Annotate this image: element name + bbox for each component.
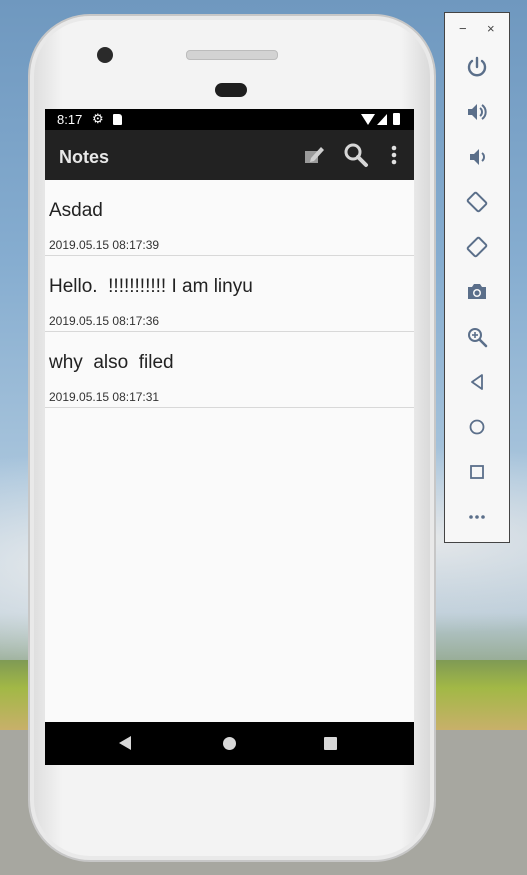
close-button[interactable]: ×	[487, 21, 495, 36]
rotate-left-icon[interactable]	[465, 190, 489, 214]
nav-recents-icon[interactable]	[324, 737, 337, 750]
zoom-icon[interactable]	[465, 325, 489, 349]
wifi-icon	[361, 114, 375, 125]
overview-icon[interactable]	[465, 460, 489, 484]
note-date: 2019.05.15 08:17:31	[49, 390, 160, 404]
status-time: 8:17	[57, 112, 83, 127]
note-title: Hello. !!!!!!!!!!! I am linyu	[49, 276, 253, 297]
phone-screen: 8:17 ⚙ Notes Asdad 2019.05.15 08:17:39 H…	[45, 109, 414, 765]
battery-icon	[393, 113, 400, 125]
minimize-button[interactable]: −	[459, 21, 467, 36]
navigation-bar	[45, 722, 414, 765]
note-list-item[interactable]: Asdad 2019.05.15 08:17:39	[45, 180, 414, 256]
back-icon[interactable]	[465, 370, 489, 394]
power-icon[interactable]	[465, 55, 489, 79]
volume-up-icon[interactable]	[465, 100, 489, 124]
camera-icon[interactable]	[465, 280, 489, 304]
note-list-item[interactable]: Hello. !!!!!!!!!!! I am linyu 2019.05.15…	[45, 256, 414, 332]
note-date: 2019.05.15 08:17:39	[49, 238, 160, 252]
emulator-toolbar: − ×	[444, 12, 510, 543]
search-icon[interactable]	[343, 142, 369, 168]
proximity-sensor	[215, 83, 247, 97]
settings-icon: ⚙	[92, 111, 104, 126]
overflow-menu-icon[interactable]	[385, 142, 403, 168]
volume-down-icon[interactable]	[465, 145, 489, 169]
note-title: why also filed	[49, 352, 174, 373]
note-title: Asdad	[49, 200, 103, 221]
nav-back-icon[interactable]	[119, 736, 131, 750]
new-note-icon[interactable]	[301, 142, 327, 168]
note-list-item[interactable]: why also filed 2019.05.15 08:17:31	[45, 332, 414, 408]
status-bar: 8:17 ⚙	[45, 109, 414, 130]
earpiece-speaker	[186, 50, 278, 60]
app-title: Notes	[59, 147, 110, 167]
more-icon[interactable]	[465, 505, 489, 529]
home-icon[interactable]	[465, 415, 489, 439]
sd-card-icon	[113, 114, 122, 125]
signal-icon	[377, 114, 387, 125]
rotate-right-icon[interactable]	[465, 235, 489, 259]
note-date: 2019.05.15 08:17:36	[49, 314, 160, 328]
front-camera	[97, 47, 113, 63]
nav-home-icon[interactable]	[223, 737, 236, 750]
app-bar: Notes	[45, 130, 414, 180]
